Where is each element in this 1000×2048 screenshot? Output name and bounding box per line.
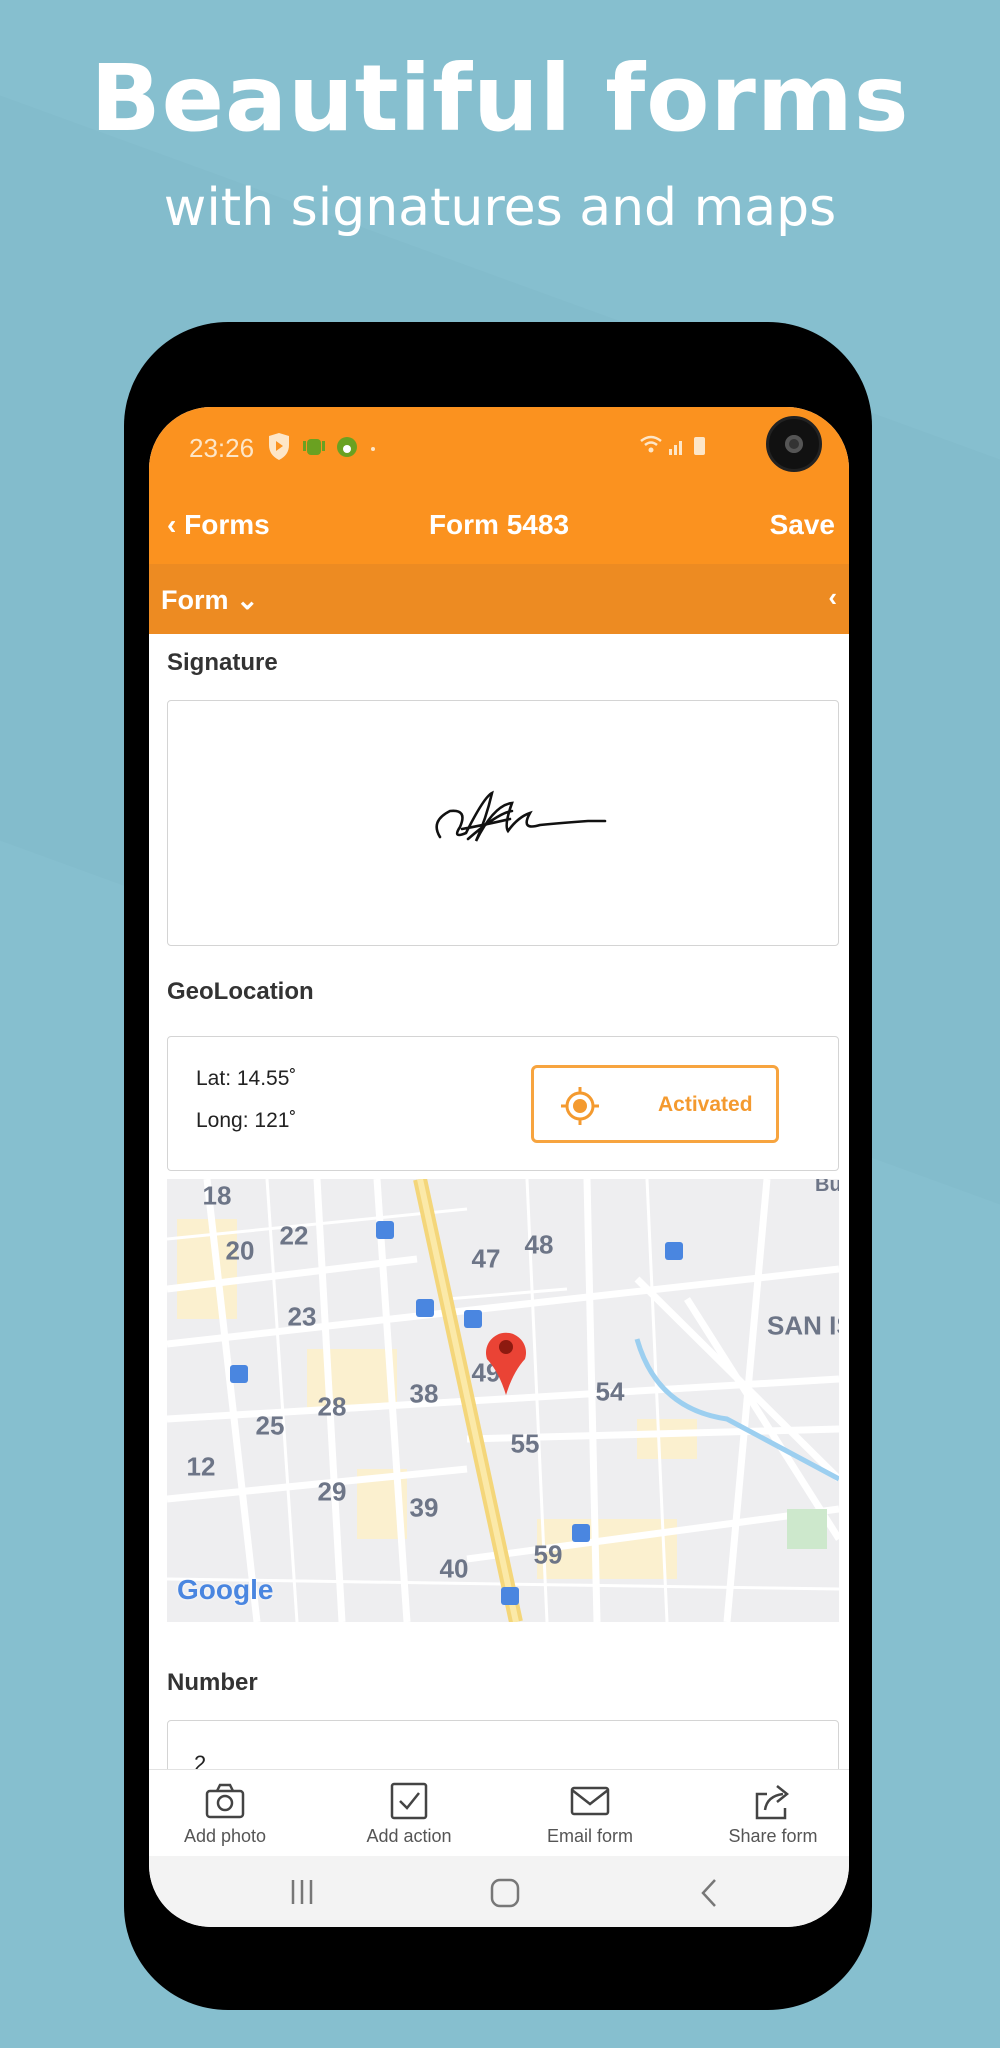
add-photo-label: Add photo bbox=[183, 1826, 267, 1846]
add-action-label: Add action bbox=[366, 1826, 452, 1846]
chevron-down-icon: ⌄ bbox=[236, 585, 259, 615]
envelope-icon bbox=[570, 1786, 610, 1816]
save-button[interactable]: Save bbox=[770, 509, 835, 541]
status-time: 23:26 bbox=[189, 433, 255, 463]
map-view[interactable]: 18 20 22 23 47 48 38 28 25 12 29 39 40 4… bbox=[167, 1179, 839, 1622]
geolocation-box: Lat: 14.55˚ Long: 121˚ Activated bbox=[167, 1036, 839, 1171]
geolocation-label: GeoLocation bbox=[167, 978, 314, 1005]
page-title: Form 5483 bbox=[428, 509, 570, 540]
form-section-bar: Form ⌄ ‹ bbox=[149, 564, 849, 634]
map-label: 23 bbox=[287, 1301, 317, 1332]
number-label: Number bbox=[167, 1669, 258, 1696]
map-label: 18 bbox=[202, 1180, 232, 1211]
phone-screen: 23:26 ‹ Forms Form 5483 Save Form ⌄ ‹ Si… bbox=[149, 407, 849, 1927]
status-wifi-signal-battery-icons bbox=[640, 435, 705, 455]
latitude-value: Lat: 14.55˚ bbox=[196, 1067, 297, 1090]
status-bar: 23:26 bbox=[149, 407, 849, 483]
map-label: 22 bbox=[279, 1220, 309, 1251]
map-label: 25 bbox=[255, 1410, 285, 1441]
share-icon bbox=[755, 1785, 790, 1820]
map-label: 55 bbox=[510, 1428, 540, 1459]
back-nav-icon[interactable] bbox=[699, 1878, 719, 1908]
recent-apps-icon[interactable] bbox=[289, 1878, 315, 1906]
map-label: 39 bbox=[409, 1492, 439, 1523]
location-activated-button[interactable]: Activated bbox=[531, 1065, 779, 1143]
signature-label: Signature bbox=[167, 649, 278, 676]
map-label: 40 bbox=[439, 1553, 469, 1584]
map-label: Bu bbox=[815, 1179, 839, 1197]
map-label: SAN IS bbox=[767, 1310, 839, 1341]
map-label: 12 bbox=[186, 1451, 216, 1482]
signature-drawing bbox=[435, 790, 607, 842]
home-icon[interactable] bbox=[490, 1878, 520, 1908]
map-label: 47 bbox=[471, 1243, 501, 1274]
signature-pad[interactable] bbox=[167, 700, 839, 946]
hero-subtitle: with signatures and maps bbox=[163, 178, 837, 238]
activated-label: Activated bbox=[658, 1093, 753, 1116]
crosshair-icon bbox=[561, 1087, 599, 1125]
map-label: 20 bbox=[225, 1235, 255, 1266]
status-notification-icons bbox=[269, 433, 375, 460]
front-camera bbox=[766, 416, 822, 472]
longitude-value: Long: 121˚ bbox=[196, 1109, 297, 1132]
checkbox-icon bbox=[390, 1782, 428, 1820]
form-dropdown-label: Form bbox=[161, 585, 229, 615]
add-photo-button[interactable]: Add photo bbox=[150, 1782, 300, 1847]
map-label: 48 bbox=[524, 1229, 554, 1260]
google-logo: Google bbox=[177, 1574, 274, 1605]
map-pin-icon bbox=[486, 1332, 526, 1395]
bottom-toolbar: Add photo Add action Email form Share fo… bbox=[149, 1769, 849, 1856]
form-dropdown[interactable]: Form ⌄ bbox=[161, 585, 259, 616]
share-form-button[interactable]: Share form bbox=[698, 1782, 848, 1847]
system-nav-bar bbox=[149, 1856, 849, 1927]
nav-header: ‹ Forms Form 5483 Save bbox=[149, 483, 849, 564]
share-form-label: Share form bbox=[728, 1826, 818, 1846]
camera-icon bbox=[205, 1783, 245, 1819]
map-roads bbox=[167, 1179, 839, 1622]
map-label: 54 bbox=[595, 1376, 625, 1407]
map-label: 59 bbox=[533, 1539, 563, 1570]
map-label: 28 bbox=[317, 1391, 347, 1422]
chevron-left-icon[interactable]: ‹ bbox=[828, 582, 837, 613]
hero-title: Beautiful forms bbox=[90, 45, 910, 152]
add-action-button[interactable]: Add action bbox=[334, 1782, 484, 1847]
email-form-label: Email form bbox=[546, 1826, 633, 1846]
map-label: 29 bbox=[317, 1476, 347, 1507]
map-label: 38 bbox=[409, 1378, 439, 1409]
email-form-button[interactable]: Email form bbox=[515, 1782, 665, 1847]
